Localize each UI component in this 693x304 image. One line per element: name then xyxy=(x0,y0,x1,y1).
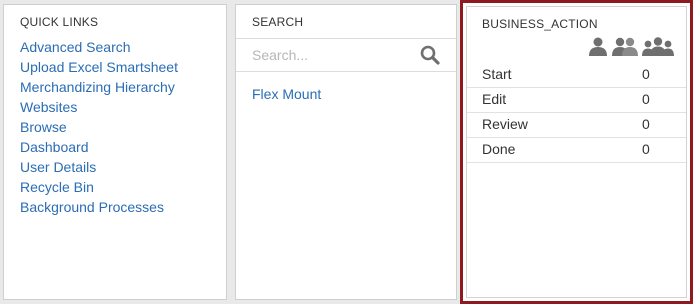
quick-link-user-details[interactable]: User Details xyxy=(20,157,178,177)
quick-link-background-processes[interactable]: Background Processes xyxy=(20,197,178,217)
search-icon[interactable] xyxy=(420,45,440,65)
business-action-row-done[interactable]: Done 0 xyxy=(467,138,686,163)
quick-link-upload-excel-smartsheet[interactable]: Upload Excel Smartsheet xyxy=(20,57,178,77)
quick-link-merchandizing-hierarchy[interactable]: Merchandizing Hierarchy xyxy=(20,77,178,97)
group-users-icon[interactable] xyxy=(642,36,674,56)
row-label: Review xyxy=(482,116,528,132)
search-box xyxy=(236,38,456,72)
business-action-inner: BUSINESS_ACTION Start 0 Edit 0 Review 0 … xyxy=(466,6,687,298)
search-title: SEARCH xyxy=(252,15,304,29)
row-count: 0 xyxy=(642,91,650,107)
quick-link-browse[interactable]: Browse xyxy=(20,117,178,137)
business-action-table: Start 0 Edit 0 Review 0 Done 0 xyxy=(467,63,686,163)
quick-links-panel: QUICK LINKS Advanced Search Upload Excel… xyxy=(3,4,227,300)
row-count: 0 xyxy=(642,66,650,82)
row-count: 0 xyxy=(642,116,650,132)
row-label: Done xyxy=(482,141,516,157)
quick-link-dashboard[interactable]: Dashboard xyxy=(20,137,178,157)
search-panel: SEARCH Flex Mount xyxy=(235,4,457,300)
quick-links-title: QUICK LINKS xyxy=(20,15,99,29)
row-label: Edit xyxy=(482,91,507,107)
quick-link-websites[interactable]: Websites xyxy=(20,97,178,117)
business-action-row-review[interactable]: Review 0 xyxy=(467,113,686,138)
business-action-panel: BUSINESS_ACTION Start 0 Edit 0 Review 0 … xyxy=(460,0,693,304)
row-label: Start xyxy=(482,66,512,82)
user-icons-group xyxy=(588,36,674,56)
business-action-title: BUSINESS_ACTION xyxy=(482,17,598,31)
quick-links-list: Advanced Search Upload Excel Smartsheet … xyxy=(20,37,178,217)
row-count: 0 xyxy=(642,141,650,157)
two-users-icon[interactable] xyxy=(611,36,639,56)
search-input[interactable] xyxy=(252,46,412,64)
quick-link-advanced-search[interactable]: Advanced Search xyxy=(20,37,178,57)
search-result-item[interactable]: Flex Mount xyxy=(252,86,321,102)
business-action-row-start[interactable]: Start 0 xyxy=(467,63,686,88)
single-user-icon[interactable] xyxy=(588,36,608,56)
quick-link-recycle-bin[interactable]: Recycle Bin xyxy=(20,177,178,197)
business-action-row-edit[interactable]: Edit 0 xyxy=(467,88,686,113)
